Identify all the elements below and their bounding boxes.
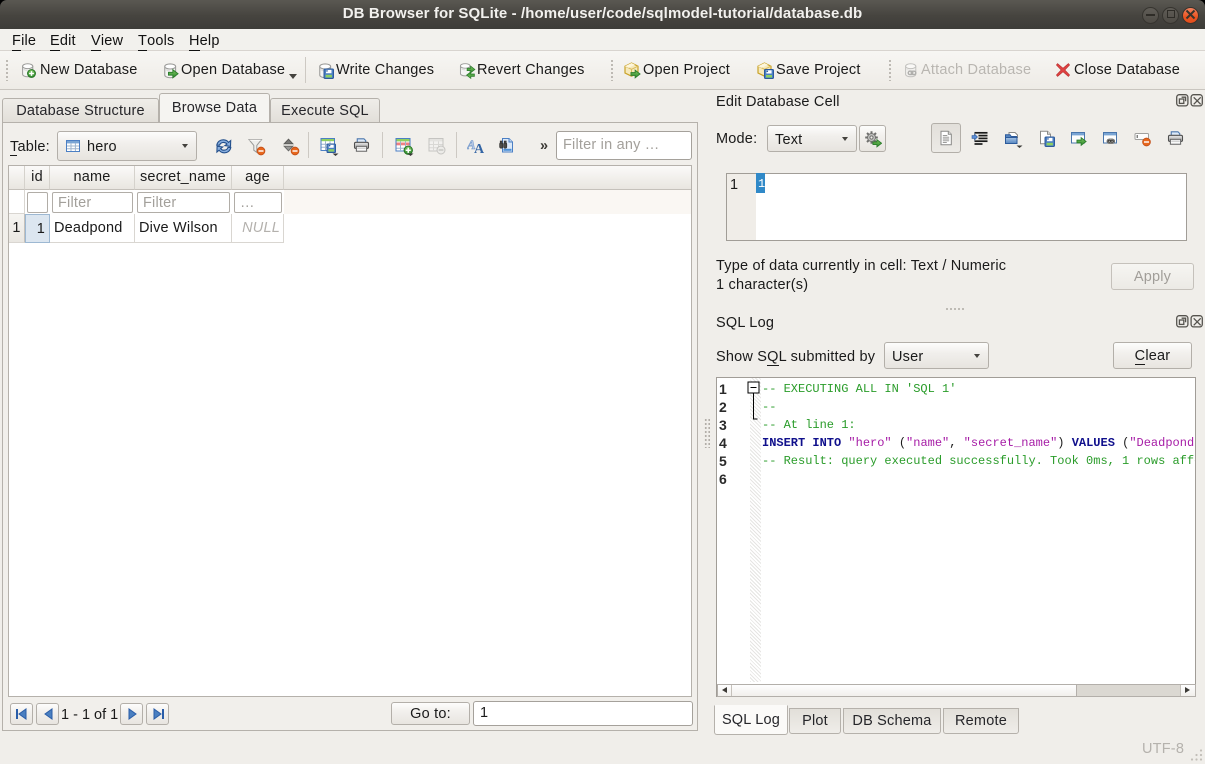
svg-text:A: A — [474, 142, 485, 155]
